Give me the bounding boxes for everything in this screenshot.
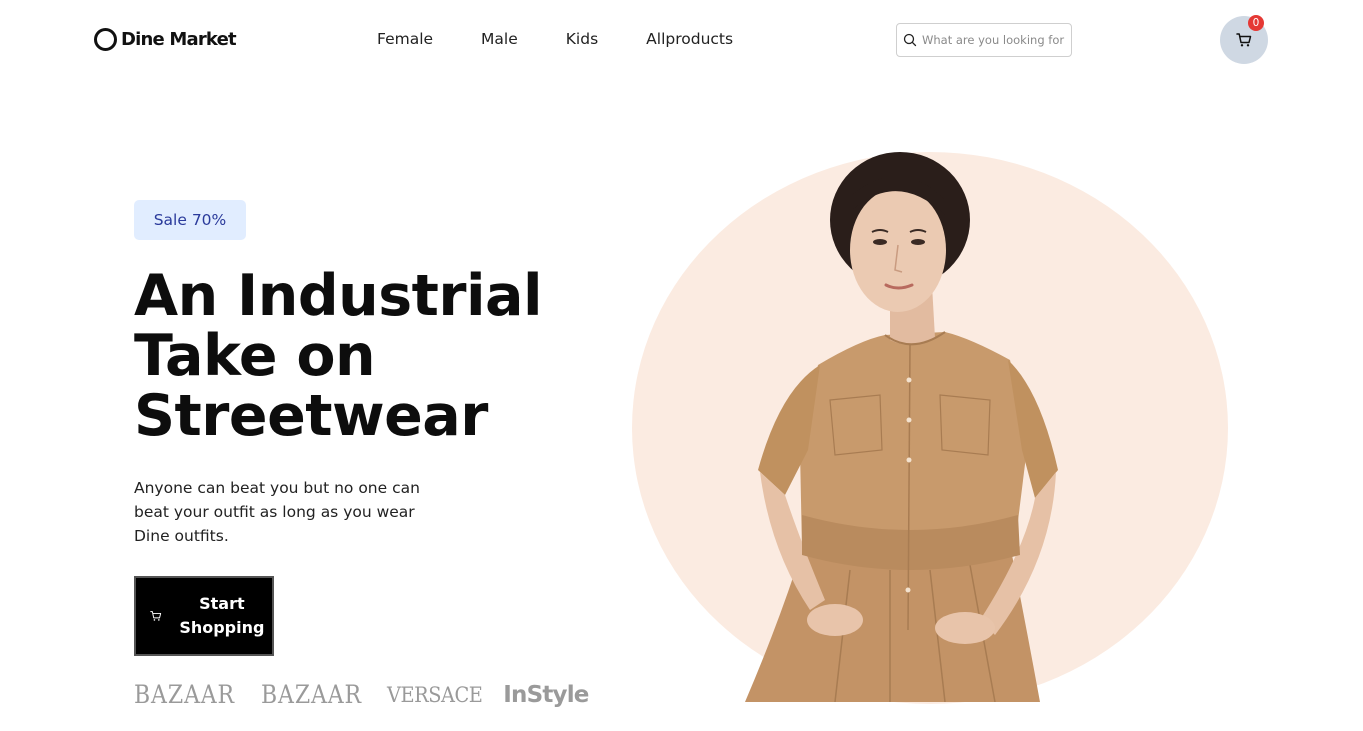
cart-count-badge: 0 — [1248, 15, 1264, 31]
cart-icon — [1236, 33, 1252, 47]
hero-model-image — [745, 152, 1058, 702]
nav-link-male[interactable]: Male — [481, 30, 518, 48]
logo-ring-icon — [94, 28, 117, 51]
search-box[interactable] — [896, 23, 1072, 57]
search-input[interactable] — [922, 33, 1071, 47]
brand-logos: BAZAAR BAZAAR VERSACE InStyle — [134, 680, 589, 709]
main-nav: Female Male Kids Allproducts — [377, 30, 733, 48]
cart-button[interactable]: 0 — [1220, 15, 1268, 64]
logo[interactable]: Dine Market — [94, 28, 237, 51]
brand-logo-versace: VERSACE — [387, 682, 483, 707]
start-shopping-label: Start Shopping — [179, 594, 265, 637]
brand-logo-bazaar: BAZAAR — [134, 680, 235, 709]
sale-badge: Sale 70% — [134, 200, 246, 240]
nav-link-female[interactable]: Female — [377, 30, 433, 48]
start-shopping-button[interactable]: Start Shopping — [134, 576, 274, 656]
search-icon — [903, 33, 917, 47]
brand-logo-bazaar: BAZAAR — [260, 680, 362, 709]
hero-description: Anyone can beat you but no one can beat … — [134, 479, 420, 545]
hero-title: An Industrial Take on Streetwear — [134, 263, 543, 449]
logo-text: Dine Market — [121, 29, 237, 50]
nav-link-kids[interactable]: Kids — [566, 30, 598, 48]
cart-icon — [150, 611, 162, 621]
brand-logo-instyle: InStyle — [503, 681, 589, 708]
nav-link-allproducts[interactable]: Allproducts — [646, 30, 733, 48]
